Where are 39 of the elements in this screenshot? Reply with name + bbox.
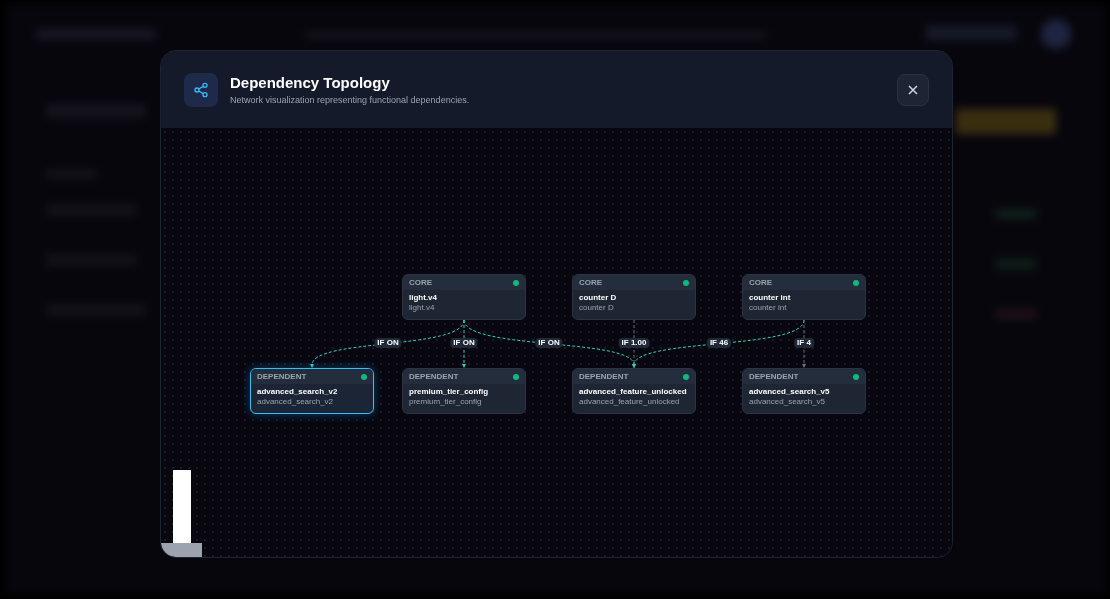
- node-card[interactable]: DEPENDENT advanced_feature_unlocked advanced_feature_unlocked: [572, 368, 696, 414]
- node-card[interactable]: CORE counter D counter D: [572, 274, 696, 320]
- node-card[interactable]: DEPENDENT advanced_search_v2 advanced_search_v2: [250, 368, 374, 414]
- node-name: counter D: [579, 293, 617, 303]
- node-role: CORE: [409, 277, 433, 288]
- node-role: DEPENDENT: [257, 371, 307, 382]
- dialog-subtitle: Network visualization representing functional dependencies.: [230, 95, 471, 105]
- close-icon: [908, 84, 918, 95]
- node-name: advanced_search_v2: [257, 387, 338, 397]
- node-key: advanced_search_v5: [749, 397, 826, 407]
- node-name: advanced_search_v5: [749, 387, 830, 397]
- node-role: DEPENDENT: [409, 371, 459, 382]
- node-role: DEPENDENT: [749, 371, 799, 382]
- node-name: premium_tier_config: [409, 387, 489, 397]
- node-card[interactable]: CORE light.v4 light.v4: [402, 274, 526, 320]
- node-name: light.v4: [409, 293, 437, 303]
- node-key: light.v4: [409, 303, 435, 313]
- edge-label: IF ON: [535, 338, 563, 348]
- node-card[interactable]: DEPENDENT advanced_search_v5 advanced_search_v5: [742, 368, 866, 414]
- node-card[interactable]: DEPENDENT premium_tier_config premium_tier_config: [402, 368, 526, 414]
- edge-label: IF ON: [374, 338, 402, 348]
- close-button[interactable]: [897, 73, 929, 106]
- node-role: DEPENDENT: [579, 371, 629, 382]
- node-name: counter int: [749, 293, 791, 303]
- node-name: advanced_feature_unlocked: [579, 387, 687, 397]
- node-key: counter D: [579, 303, 614, 313]
- node-key: advanced_search_v2: [257, 397, 334, 407]
- node-key: advanced_feature_unlocked: [579, 397, 680, 407]
- edge-label: IF 46: [706, 338, 732, 348]
- share-nodes-icon: [184, 72, 218, 107]
- node-role: CORE: [579, 277, 603, 288]
- node-key: counter int: [749, 303, 787, 313]
- node-role: CORE: [749, 277, 773, 288]
- edge-label: IF ON: [450, 338, 478, 348]
- dialog-title: Dependency Topology: [230, 74, 391, 90]
- node-key: premium_tier_config: [409, 397, 482, 407]
- edge-label: IF 4: [794, 338, 814, 348]
- node-card[interactable]: CORE counter int counter int: [742, 274, 866, 320]
- edge-label: IF 1.00: [618, 338, 650, 348]
